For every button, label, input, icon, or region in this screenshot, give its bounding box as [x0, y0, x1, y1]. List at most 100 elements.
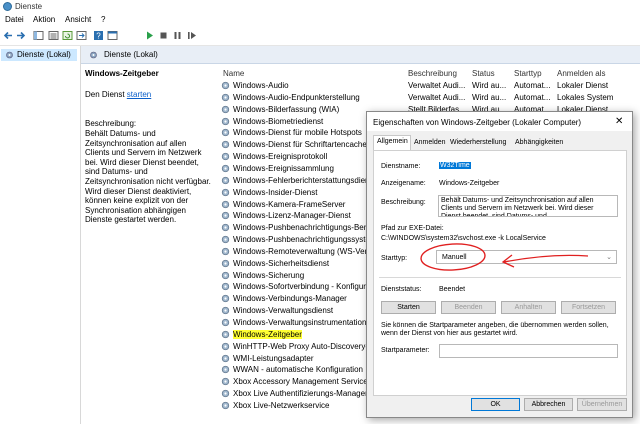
service-gear-icon [221, 212, 230, 220]
service-gear-icon [221, 283, 230, 291]
description-heading: Beschreibung: [85, 119, 137, 128]
ok-button[interactable]: OK [471, 398, 520, 411]
service-status-cell: Wird au... [472, 92, 507, 102]
description-box[interactable]: Behält Datums- und Zeitsynchronisation a… [438, 195, 618, 217]
service-logon-cell: Lokaler Dienst [557, 81, 609, 90]
menu-bar: Datei Aktion Ansicht ? [0, 14, 640, 27]
service-logon-cell: Lokales System [557, 92, 614, 102]
service-gear-icon [221, 330, 230, 338]
start-service-link[interactable]: starten [127, 90, 151, 99]
refresh-icon[interactable] [62, 30, 73, 41]
main-header: Dienste (Lokal) [81, 46, 640, 64]
service-gear-icon [221, 141, 230, 149]
tab-wiederherstellung[interactable]: Wiederherstellung [447, 137, 510, 149]
column-header-description[interactable]: Beschreibung [408, 69, 457, 78]
back-arrow-icon[interactable] [3, 30, 14, 41]
description-label: Beschreibung: [381, 199, 426, 206]
service-gear-icon [221, 93, 230, 101]
service-gear-icon [221, 164, 230, 173]
service-name-cell: Xbox Live Authentifizierungs-Manager [233, 389, 368, 399]
tab-anmelden[interactable]: Anmelden [411, 137, 446, 149]
description-pane: Windows-Zeitgeber Den Dienst starten Bes… [81, 64, 216, 424]
play-icon[interactable] [144, 30, 155, 41]
export-list-icon[interactable] [76, 30, 87, 41]
starttype-label: Starttyp: [381, 255, 408, 262]
service-gear-icon [221, 188, 230, 196]
console-tree-icon[interactable] [33, 30, 44, 41]
column-header-starttype[interactable]: Starttyp [514, 69, 542, 78]
dialog-title-bar: Eigenschaften von Windows-Zeitgeber (Lok… [367, 112, 632, 131]
service-status-cell: Wird au... [472, 81, 507, 90]
service-gear-icon [221, 295, 230, 303]
start-params-input[interactable] [439, 344, 618, 358]
column-header-status[interactable]: Status [472, 69, 495, 78]
toolbar: ? [0, 27, 640, 46]
pause-icon[interactable] [172, 30, 183, 41]
pause-button[interactable]: Anhalten [501, 301, 556, 314]
service-name-cell: Windows-Lizenz-Manager-Dienst [233, 211, 351, 221]
service-gear-icon [221, 389, 230, 398]
service-name-cell: Windows-Pushbenachrichtigungs-Benu [233, 223, 373, 233]
forward-arrow-icon[interactable] [15, 30, 26, 41]
start-button[interactable]: Starten [381, 301, 436, 314]
service-start-cell: Automat... [514, 92, 551, 102]
service-gear-icon [221, 176, 230, 184]
properties-window-icon[interactable] [107, 30, 118, 41]
tab-allgemein[interactable]: Allgemein [373, 135, 411, 151]
service-name-cell: Windows-Sofortverbindung - Konfigura [233, 282, 371, 292]
help-icon[interactable]: ? [93, 30, 104, 41]
service-gear-icon [221, 105, 230, 113]
service-gear-icon [221, 259, 230, 267]
resume-button[interactable]: Fortsetzen [561, 301, 616, 314]
tree-item-services-local[interactable]: Dienste (Lokal) [1, 49, 77, 61]
services-app-icon [3, 2, 12, 11]
service-name-cell: Windows-Remoteverwaltung (WS-Verw [233, 246, 374, 256]
service-name-cell: Windows-Kamera-FrameServer [233, 199, 346, 209]
service-gear-icon [221, 224, 230, 232]
service-gear-icon [221, 129, 230, 137]
service-gear-icon [221, 200, 230, 208]
service-gear-icon [221, 271, 230, 279]
stop-button[interactable]: Beenden [441, 301, 496, 314]
service-gear-icon [221, 366, 230, 374]
restart-icon[interactable] [186, 30, 197, 41]
service-name-cell: Windows-Sicherung [233, 270, 305, 280]
dialog-title: Eigenschaften von Windows-Zeitgeber (Lok… [373, 118, 582, 127]
tab-abhaengigkeiten[interactable]: Abhängigkeiten [512, 137, 568, 149]
properties-list-icon[interactable] [48, 30, 59, 41]
service-name-cell: Windows-Dienst für mobile Hotspots [233, 128, 362, 138]
service-name-cell: Windows-Ereignissammlung [233, 163, 334, 173]
stop-icon[interactable] [158, 30, 169, 41]
start-prefix: Den Dienst [85, 90, 127, 99]
menu-ansicht[interactable]: Ansicht [65, 15, 91, 24]
gear-icon [6, 51, 13, 59]
service-gear-icon [221, 354, 230, 362]
tab-label: Allgemein [377, 138, 408, 145]
menu-help[interactable]: ? [101, 15, 105, 24]
console-tree: Dienste (Lokal) [0, 46, 81, 424]
window-title: Dienste [15, 2, 43, 11]
service-desc-cell: Verwaltet Audi... [408, 81, 466, 90]
service-name-cell: Windows-Verwaltungsinstrumentation [233, 318, 367, 327]
service-title: Windows-Zeitgeber [85, 69, 159, 78]
display-name-value[interactable]: Windows-Zeitgeber [439, 180, 499, 187]
menu-aktion[interactable]: Aktion [33, 15, 55, 24]
service-gear-icon [221, 378, 230, 386]
table-row[interactable]: Windows-Audio Verwaltet Audi... Wird au...… [218, 80, 640, 92]
service-name-cell: WinHTTP-Web Proxy Auto-Discovery-Di [233, 341, 376, 351]
column-header-name[interactable]: Name [223, 69, 244, 78]
cancel-button[interactable]: Abbrechen [524, 398, 573, 411]
tree-item-label: Dienste (Lokal) [17, 50, 71, 59]
service-name-cell: Windows-Bilderfassung (WIA) [233, 104, 340, 114]
description-text: Behält Datums- und Zeitsynchronisation a… [85, 129, 211, 225]
service-name-value[interactable]: W32Time [439, 162, 471, 169]
table-row[interactable]: Windows-Audio-Endpunkterstellung Verwalte… [218, 92, 640, 104]
column-header-logon[interactable]: Anmelden als [557, 69, 605, 78]
display-name-label: Anzeigename: [381, 180, 426, 187]
apply-button[interactable]: Übernehmen [577, 398, 627, 411]
service-name-cell: Windows-Verbindungs-Manager [233, 294, 347, 304]
menu-datei[interactable]: Datei [5, 15, 24, 24]
annotation-arrow [501, 254, 589, 268]
service-desc-cell: Verwaltet Audi... [408, 92, 466, 102]
close-icon[interactable]: ✕ [615, 116, 623, 127]
